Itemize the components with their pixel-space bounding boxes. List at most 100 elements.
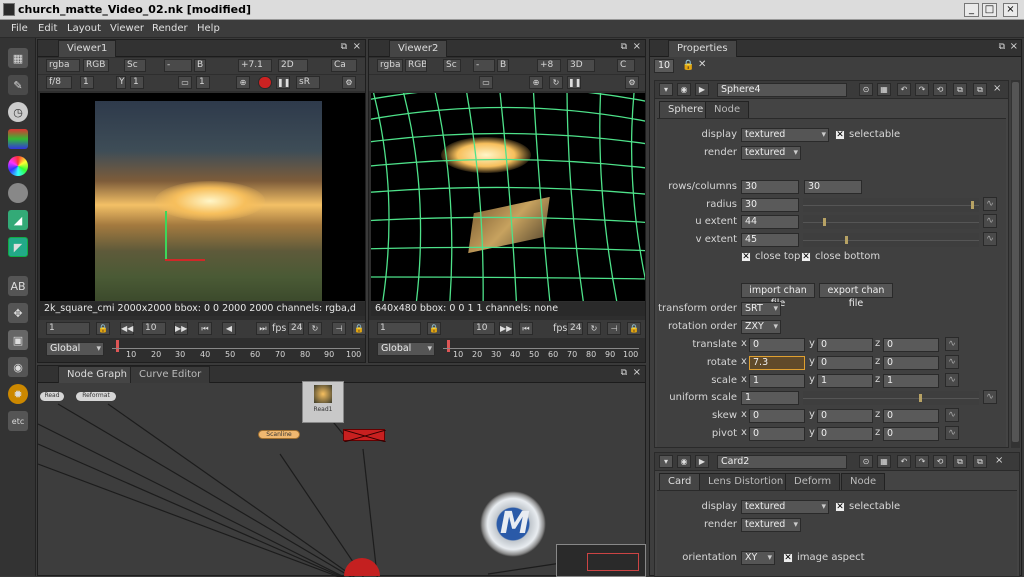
roi-icon[interactable]: ▭ bbox=[479, 76, 493, 89]
redo-icon[interactable]: ↷ bbox=[915, 83, 929, 96]
lock-icon[interactable]: 🔒 bbox=[96, 322, 110, 335]
float-panel-icon[interactable]: ⧉ bbox=[953, 455, 967, 468]
close-pane-icon[interactable]: × bbox=[353, 41, 361, 52]
orientation-select[interactable]: XY bbox=[741, 551, 775, 565]
properties-scrollbar[interactable] bbox=[1011, 80, 1020, 448]
revert-icon[interactable]: ⟲ bbox=[933, 455, 947, 468]
color-icon[interactable]: ▦ bbox=[877, 455, 891, 468]
selectable-checkbox[interactable]: ✕ bbox=[835, 502, 845, 512]
node-read[interactable]: Read bbox=[40, 392, 64, 401]
animation-curve-icon[interactable]: ∿ bbox=[945, 373, 959, 387]
u-extent-field[interactable]: 44 bbox=[741, 215, 799, 229]
playhead[interactable] bbox=[116, 340, 119, 352]
render-select[interactable]: textured bbox=[741, 146, 801, 160]
menu-viewer[interactable]: Viewer bbox=[110, 23, 144, 34]
frame-field[interactable]: 1 bbox=[377, 322, 421, 335]
camera-icon[interactable]: ▶ bbox=[695, 83, 709, 96]
float-panel2-icon[interactable]: ⧉ bbox=[973, 455, 987, 468]
scale-y-field[interactable]: 1 bbox=[817, 374, 873, 388]
particles-icon[interactable]: ✹ bbox=[8, 384, 28, 404]
record-icon[interactable] bbox=[258, 76, 272, 89]
node-reformat[interactable]: Reformat bbox=[76, 392, 116, 401]
render-select[interactable]: textured bbox=[741, 518, 801, 532]
close-button[interactable]: × bbox=[1003, 3, 1018, 17]
menu-file[interactable]: File bbox=[11, 23, 28, 34]
undo-icon[interactable]: ↶ bbox=[897, 83, 911, 96]
tab-curve-editor[interactable]: Curve Editor bbox=[130, 366, 211, 383]
first-frame-icon[interactable]: ⏮ bbox=[519, 322, 533, 335]
close-panel-icon[interactable]: × bbox=[993, 83, 1001, 94]
playhead[interactable] bbox=[447, 340, 450, 352]
channel-icon[interactable] bbox=[8, 129, 28, 149]
fstop-select[interactable]: f/8 bbox=[46, 76, 72, 89]
fps-field[interactable]: 24 bbox=[567, 322, 583, 335]
skew-z-field[interactable]: 0 bbox=[883, 409, 939, 423]
close-pane-icon[interactable]: × bbox=[1010, 41, 1018, 52]
close-top-checkbox[interactable]: ✕ bbox=[741, 252, 751, 262]
rgb-select[interactable]: RGB bbox=[83, 59, 109, 72]
settings-icon[interactable]: ⚙ bbox=[342, 76, 356, 89]
menu-render[interactable]: Render bbox=[152, 23, 188, 34]
menu-help[interactable]: Help bbox=[197, 23, 220, 34]
forward-icon[interactable]: ▶▶ bbox=[174, 322, 188, 335]
tab-node-graph[interactable]: Node Graph bbox=[58, 366, 136, 383]
node-name-field[interactable]: Sphere4 bbox=[717, 83, 847, 97]
animation-curve-icon[interactable]: ∿ bbox=[945, 426, 959, 440]
refresh-icon[interactable]: ↻ bbox=[549, 76, 563, 89]
collapse-icon[interactable]: ▾ bbox=[659, 83, 673, 96]
lock-range-icon[interactable]: 🔒 bbox=[352, 322, 366, 335]
frame-field[interactable]: 1 bbox=[46, 322, 90, 335]
clear-icon[interactable]: ✕ bbox=[698, 59, 706, 70]
float-panel-icon[interactable]: ⧉ bbox=[953, 83, 967, 96]
rotate-y-field[interactable]: 0 bbox=[817, 356, 873, 370]
other-etc-icon[interactable]: etc bbox=[8, 411, 28, 431]
v-extent-field[interactable]: 45 bbox=[741, 233, 799, 247]
rotation-order-select[interactable]: ZXY bbox=[741, 320, 781, 334]
animation-curve-icon[interactable]: ∿ bbox=[983, 214, 997, 228]
float-panel2-icon[interactable]: ⧉ bbox=[973, 83, 987, 96]
b-input-label[interactable]: B bbox=[194, 59, 206, 72]
center-icon[interactable]: ⊙ bbox=[859, 455, 873, 468]
animation-curve-icon[interactable]: ∿ bbox=[945, 355, 959, 369]
collapse-icon[interactable]: ▾ bbox=[659, 455, 673, 468]
eye-icon[interactable]: ◉ bbox=[8, 357, 28, 377]
fps-field[interactable]: 24 bbox=[288, 322, 304, 335]
rewind-icon[interactable]: ◀◀ bbox=[120, 322, 134, 335]
timeline-ruler[interactable]: 10 20 30 40 50 60 70 80 90 100 bbox=[112, 340, 362, 362]
tab-lens-distortion[interactable]: Lens Distortion bbox=[699, 473, 793, 490]
tab-properties[interactable]: Properties bbox=[668, 40, 737, 57]
rotate-x-field[interactable]: 7.3 bbox=[749, 356, 805, 370]
maximize-button[interactable]: □ bbox=[982, 3, 997, 17]
channel-select[interactable]: rgba bbox=[377, 59, 403, 72]
camera-select[interactable]: C bbox=[617, 59, 635, 72]
pivot-x-field[interactable]: 0 bbox=[749, 427, 805, 441]
import-chan-button[interactable]: import chan file bbox=[741, 283, 815, 309]
timeline-ruler[interactable]: 10 20 30 40 50 60 70 80 90 100 bbox=[443, 340, 643, 362]
play-back-icon[interactable]: ◀ bbox=[222, 322, 236, 335]
pause-icon[interactable]: ❚❚ bbox=[276, 76, 290, 89]
close-pane-icon[interactable]: × bbox=[633, 367, 641, 378]
skew-y-field[interactable]: 0 bbox=[817, 409, 873, 423]
redo-icon[interactable]: ↷ bbox=[915, 455, 929, 468]
increment-field[interactable]: 10 bbox=[142, 322, 166, 335]
translate-y-field[interactable]: 0 bbox=[817, 338, 873, 352]
revert-icon[interactable]: ⟲ bbox=[933, 83, 947, 96]
camera-icon[interactable]: ▶ bbox=[695, 455, 709, 468]
range-icon[interactable]: ⊣ bbox=[332, 322, 346, 335]
animation-curve-icon[interactable]: ∿ bbox=[983, 197, 997, 211]
animation-curve-icon[interactable]: ∿ bbox=[983, 390, 997, 404]
skew-x-field[interactable]: 0 bbox=[749, 409, 805, 423]
b-input-label[interactable]: B bbox=[497, 59, 509, 72]
view-icon[interactable]: ◉ bbox=[677, 455, 691, 468]
u-extent-slider[interactable] bbox=[803, 215, 979, 229]
translate-x-field[interactable]: 0 bbox=[749, 338, 805, 352]
camera-select[interactable]: Ca bbox=[331, 59, 357, 72]
transform-order-select[interactable]: SRT bbox=[741, 302, 781, 316]
exposure-field[interactable]: 1 bbox=[80, 76, 94, 89]
float-icon[interactable]: ⧉ bbox=[341, 42, 347, 52]
center-icon[interactable]: ⊙ bbox=[859, 83, 873, 96]
viewer2-canvas[interactable] bbox=[371, 93, 645, 301]
increment-field[interactable]: 10 bbox=[473, 322, 495, 335]
select-tool-icon[interactable]: ▦ bbox=[8, 48, 28, 68]
proxy-field[interactable]: 1 bbox=[196, 76, 210, 89]
